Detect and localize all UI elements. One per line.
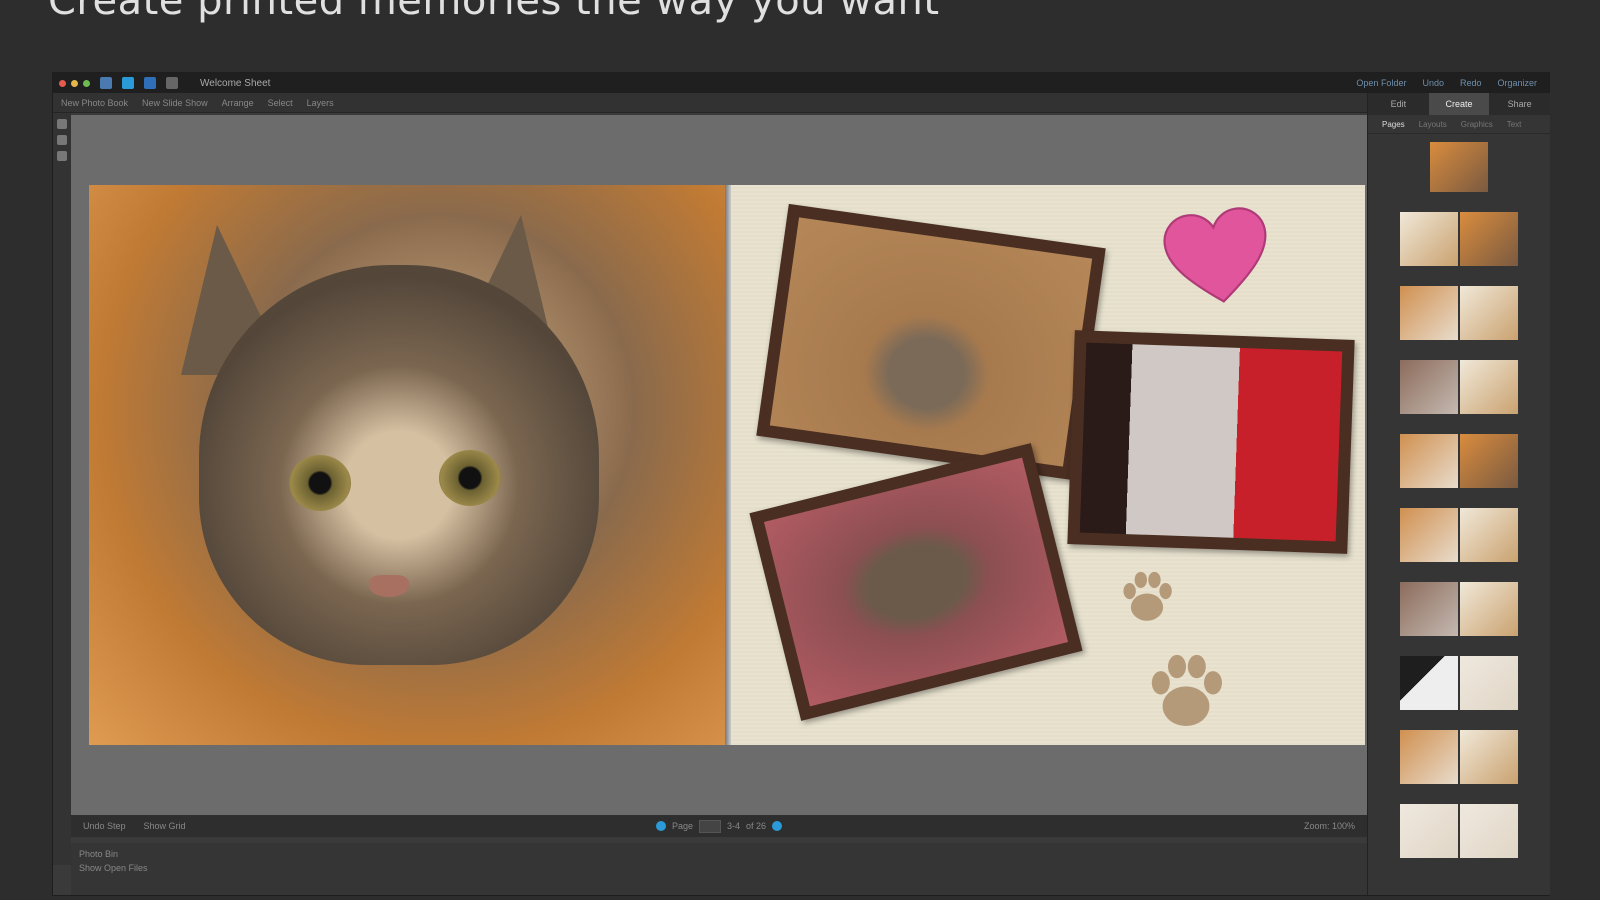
view-icon[interactable] xyxy=(166,77,178,89)
move-tool-icon[interactable] xyxy=(57,119,67,129)
kitten-eye xyxy=(439,450,501,506)
organizer-button[interactable]: Organizer xyxy=(1497,78,1537,88)
page-total: of 26 xyxy=(746,821,767,831)
show-open-files-dropdown[interactable]: Show Open Files xyxy=(79,863,1359,873)
previous-page-button[interactable] xyxy=(656,821,666,831)
new-slide-show-button[interactable]: New Slide Show xyxy=(142,98,208,108)
subtab-layouts[interactable]: Layouts xyxy=(1419,120,1447,129)
subtab-pages[interactable]: Pages xyxy=(1382,120,1405,129)
title-bar: Welcome Sheet Open Folder Undo Redo Orga… xyxy=(53,73,1549,93)
framed-photo-cat-sleeping[interactable] xyxy=(749,443,1083,721)
toolbar: New Photo Book New Slide Show Arrange Se… xyxy=(53,93,1367,113)
left-page-kitten-photo[interactable] xyxy=(89,185,727,745)
canvas-area[interactable] xyxy=(71,115,1367,815)
page-thumbnail[interactable] xyxy=(1400,508,1518,562)
page-thumbnail[interactable] xyxy=(1400,730,1518,784)
undo-step-button[interactable]: Undo Step xyxy=(83,821,126,831)
page-thumbnail[interactable] xyxy=(1400,212,1518,266)
app-window: Welcome Sheet Open Folder Undo Redo Orga… xyxy=(52,72,1550,896)
headline: Create printed memories the way you want xyxy=(48,0,940,24)
sub-tabs: Pages Layouts Graphics Text xyxy=(1368,115,1550,134)
zoom-level[interactable]: Zoom: 100% xyxy=(1304,821,1355,831)
zoom-window-button[interactable] xyxy=(83,79,90,87)
grid-icon[interactable] xyxy=(144,77,156,89)
page-thumbnail[interactable] xyxy=(1400,286,1518,340)
tool-strip xyxy=(53,113,71,865)
arrange-dropdown[interactable]: Arrange xyxy=(222,98,254,108)
paw-print-icon[interactable] xyxy=(1116,565,1178,627)
page-navigation-bar: Undo Step Show Grid Page 3-4 of 26 Zoom:… xyxy=(71,815,1367,837)
titlebar-actions: Open Folder Undo Redo Organizer xyxy=(1356,78,1549,88)
tab-share[interactable]: Share xyxy=(1489,93,1550,115)
framed-photo-cat-resting[interactable] xyxy=(756,203,1106,481)
kitten-nose xyxy=(369,575,409,597)
page-value: 3-4 xyxy=(727,821,741,831)
show-grid-button[interactable]: Show Grid xyxy=(144,821,186,831)
subtab-graphics[interactable]: Graphics xyxy=(1461,120,1493,129)
layers-dropdown[interactable]: Layers xyxy=(307,98,334,108)
select-dropdown[interactable]: Select xyxy=(268,98,293,108)
page-thumbnail[interactable] xyxy=(1430,142,1488,192)
photo-icon[interactable] xyxy=(100,77,112,89)
mode-tabs: Edit Create Share xyxy=(1368,93,1550,115)
redo-button[interactable]: Redo xyxy=(1460,78,1482,88)
hand-tool-icon[interactable] xyxy=(57,151,67,161)
new-photo-book-button[interactable]: New Photo Book xyxy=(61,98,128,108)
framed-photo-cat-with-bow[interactable] xyxy=(1067,330,1355,554)
tab-edit[interactable]: Edit xyxy=(1368,93,1429,115)
page-number-field[interactable] xyxy=(699,819,722,833)
open-folder-button[interactable]: Open Folder xyxy=(1356,78,1406,88)
photo-book-spread[interactable] xyxy=(89,185,1365,745)
minimize-window-button[interactable] xyxy=(71,79,78,87)
page-thumbnail[interactable] xyxy=(1400,434,1518,488)
heart-icon[interactable] xyxy=(1156,198,1280,322)
paw-print-icon[interactable] xyxy=(1141,645,1231,735)
page-pager: Page 3-4 of 26 xyxy=(656,819,783,833)
info-icon[interactable] xyxy=(122,77,134,89)
right-page-collage[interactable] xyxy=(731,185,1365,745)
page-thumbnail[interactable] xyxy=(1400,582,1518,636)
zoom-tool-icon[interactable] xyxy=(57,135,67,145)
page-thumbnails xyxy=(1368,134,1550,866)
right-panel: Edit Create Share Pages Layouts Graphics… xyxy=(1367,93,1550,895)
close-window-button[interactable] xyxy=(59,79,66,87)
tab-create[interactable]: Create xyxy=(1428,93,1490,115)
kitten-face xyxy=(199,265,599,665)
undo-button[interactable]: Undo xyxy=(1422,78,1444,88)
page-thumbnail[interactable] xyxy=(1400,360,1518,414)
subtab-text[interactable]: Text xyxy=(1507,120,1522,129)
page-label: Page xyxy=(672,821,694,831)
kitten-eye xyxy=(289,455,351,511)
page-thumbnail[interactable] xyxy=(1400,804,1518,858)
photo-bin-panel: Photo Bin Show Open Files xyxy=(71,843,1367,895)
page-thumbnail[interactable] xyxy=(1400,656,1518,710)
photo-bin-label: Photo Bin xyxy=(79,849,119,859)
next-page-button[interactable] xyxy=(772,821,783,831)
window-title: Welcome Sheet xyxy=(200,77,271,89)
